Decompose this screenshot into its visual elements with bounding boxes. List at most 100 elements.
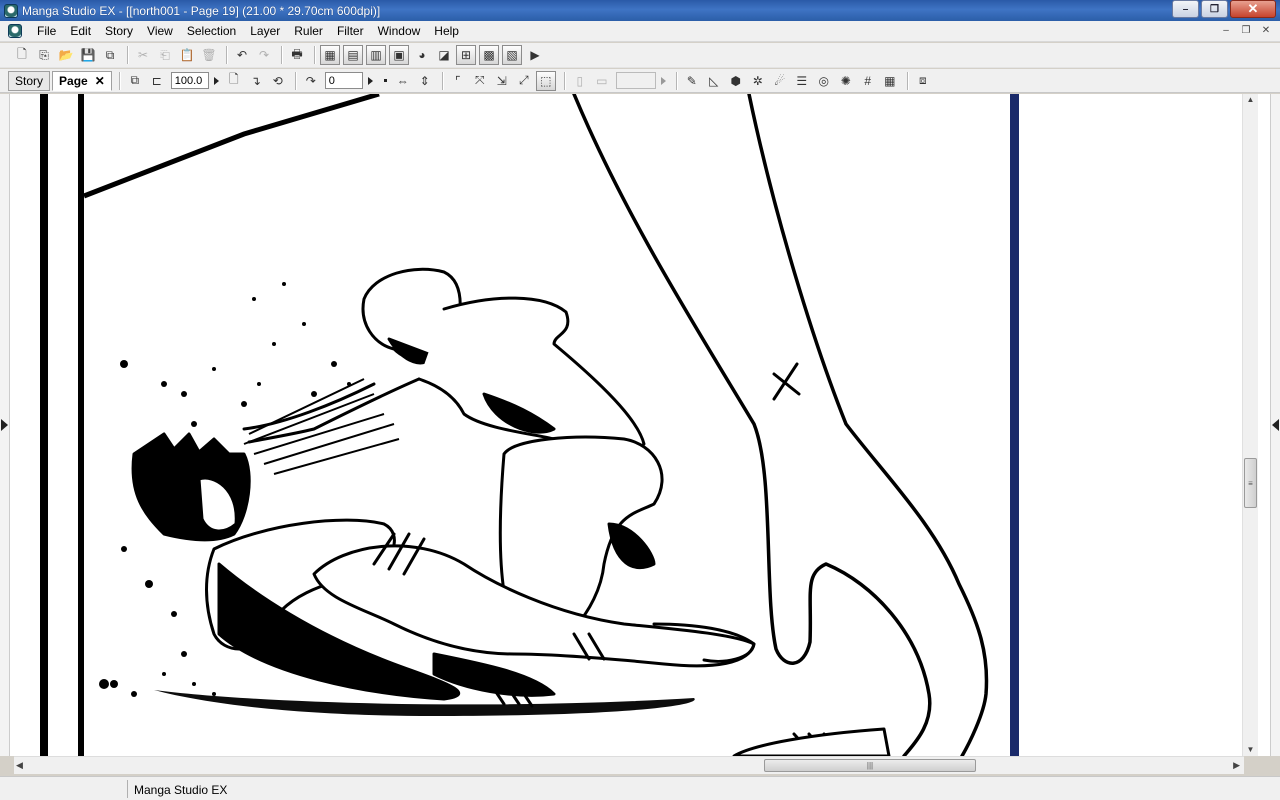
page-toolbar: Story Page ✕ ⧉ ⊏ 🗋 ↴ ⟲ ↷ ⇔ ⇕ ⌜ ⤧ ⇲ ⤢ ⬚ ▯… [0, 69, 1280, 93]
scroll-down-icon[interactable]: ▼ [1243, 744, 1258, 756]
maximize-button[interactable]: ❐ [1201, 0, 1228, 18]
save-icon[interactable]: 💾 [78, 45, 98, 65]
opacity-field[interactable] [615, 72, 656, 89]
layer-a-icon[interactable]: ▯ [570, 71, 590, 91]
grid-palette-icon[interactable]: ⊞ [456, 45, 476, 65]
transform-icon[interactable]: ⤧ [470, 71, 490, 91]
flip-horizontal-icon[interactable]: ⇔ [393, 71, 413, 91]
curve-ruler-icon[interactable]: ☄ [770, 71, 790, 91]
x-mark [772, 362, 801, 401]
menu-filter[interactable]: Filter [330, 21, 371, 42]
actual-pixels-icon[interactable]: ⊏ [147, 71, 167, 91]
concentric-icon[interactable]: ◎ [814, 71, 834, 91]
close-button[interactable]: ✕ [1230, 0, 1276, 18]
toolbar-separator [906, 71, 908, 90]
app-icon [4, 3, 18, 18]
rotation-input[interactable] [324, 72, 363, 89]
right-panel-toggle[interactable] [1270, 94, 1280, 756]
focus-line-icon[interactable]: ✺ [836, 71, 856, 91]
copy-icon[interactable]: ⎗ [155, 45, 175, 65]
delete-icon[interactable]: 🗑 [199, 45, 219, 65]
menu-view[interactable]: View [140, 21, 180, 42]
cut-icon[interactable]: ✂ [133, 45, 153, 65]
ruler-manipulator-icon[interactable]: ⬢ [726, 71, 746, 91]
tab-page[interactable]: Page ✕ [52, 70, 112, 91]
canvas-area[interactable] [0, 94, 1280, 756]
new-story-icon[interactable]: ⎘ [34, 45, 54, 65]
menu-help[interactable]: Help [427, 21, 466, 42]
selection-corner-icon[interactable]: ⌜ [448, 71, 468, 91]
pen-icon[interactable]: ✎ [682, 71, 702, 91]
preview-icon[interactable]: ▶ [525, 45, 545, 65]
horizontal-scrollbar[interactable]: ◀ ||| ▶ [14, 756, 1244, 774]
properties-palette-icon[interactable]: ▣ [389, 45, 409, 65]
zoom-input[interactable] [170, 72, 209, 89]
layer-b-icon[interactable]: ▭ [592, 71, 612, 91]
document-icon[interactable] [8, 24, 22, 38]
tone-palette-icon[interactable]: ◪ [434, 45, 454, 65]
ruler-icon[interactable]: ◺ [704, 71, 724, 91]
horizontal-scroll-thumb[interactable]: ||| [764, 759, 976, 772]
manga-page-artwork[interactable] [14, 94, 1244, 756]
menu-story[interactable]: Story [98, 21, 140, 42]
grid-ruler-icon[interactable]: ▦ [880, 71, 900, 91]
tool-palette-icon[interactable]: ▦ [320, 45, 340, 65]
paste-icon[interactable]: 📋 [177, 45, 197, 65]
scroll-right-icon[interactable]: ▶ [1233, 760, 1240, 771]
scroll-left-icon[interactable]: ◀ [16, 760, 23, 771]
grid-icon[interactable]: # [858, 71, 878, 91]
doc-close-button[interactable]: ✕ [1258, 24, 1274, 38]
panel-toggle-icon[interactable]: ⧈ [913, 71, 933, 91]
left-panel-toggle[interactable] [0, 94, 10, 756]
doc-restore-button[interactable]: ❐ [1238, 24, 1254, 38]
status-text: Manga Studio EX [134, 783, 228, 797]
histogram-palette-icon[interactable]: ▩ [479, 45, 499, 65]
vertical-scrollbar[interactable]: ▲ ≡ ▼ [1242, 94, 1258, 756]
fighting-figures [131, 267, 891, 756]
menu-selection[interactable]: Selection [180, 21, 243, 42]
window-title: Manga Studio EX - [[north001 - Page 19] … [22, 3, 381, 18]
new-page-icon[interactable]: 🗋 [12, 45, 32, 65]
redo-icon[interactable]: ↷ [254, 45, 274, 65]
scroll-up-icon[interactable]: ▲ [1243, 94, 1258, 106]
toolbar-separator [127, 46, 128, 64]
fit-page-icon[interactable]: ⧉ [125, 71, 145, 91]
tab-close-icon[interactable]: ✕ [95, 74, 105, 88]
reset-rotation-icon[interactable] [383, 79, 387, 82]
expand-right-icon [1, 419, 8, 431]
rotation-dropdown-icon[interactable] [367, 76, 373, 85]
print-icon[interactable]: 🖶 [287, 45, 307, 65]
toolbar-separator [294, 71, 296, 90]
layer-palette-icon[interactable]: ▥ [366, 45, 386, 65]
open-folder-icon[interactable]: 📂 [56, 45, 76, 65]
undo-icon[interactable]: ↶ [232, 45, 252, 65]
marquee-icon[interactable]: ⬚ [535, 70, 556, 91]
vertical-scroll-thumb[interactable]: ≡ [1244, 458, 1257, 508]
toolbar-separator [563, 71, 565, 90]
color-palette-icon[interactable]: ◕ [412, 45, 432, 65]
page-icon[interactable]: 🗋 [224, 71, 244, 91]
menu-layer[interactable]: Layer [243, 21, 287, 42]
menu-edit[interactable]: Edit [63, 21, 98, 42]
deselect-icon[interactable]: ⤢ [514, 71, 534, 91]
menu-file[interactable]: File [30, 21, 63, 42]
parallel-line-icon[interactable]: ☰ [792, 71, 812, 91]
menu-window[interactable]: Window [371, 21, 428, 42]
rotate-page-icon[interactable]: ↴ [246, 71, 266, 91]
flip-vertical-icon[interactable]: ⇕ [415, 71, 435, 91]
main-toolbar: 🗋 ⎘ 📂 💾 ⧉ ✂ ⎗ 📋 🗑 ↶ ↷ 🖶 ▦ ▤ ▥ ▣ ◕ ◪ ⊞ ▩ … [0, 43, 1280, 68]
navigator-palette-icon[interactable]: ▤ [343, 45, 363, 65]
doc-minimize-button[interactable]: – [1218, 24, 1234, 38]
scale-icon[interactable]: ⇲ [492, 71, 512, 91]
zoom-dropdown-icon[interactable] [213, 76, 219, 85]
minimize-button[interactable]: – [1172, 0, 1199, 18]
tab-story[interactable]: Story [8, 70, 51, 91]
save-all-icon[interactable]: ⧉ [100, 45, 120, 65]
menu-ruler[interactable]: Ruler [287, 21, 330, 42]
rotate-view-icon[interactable]: ↷ [301, 71, 321, 91]
toolbar-separator [314, 46, 315, 64]
materials-palette-icon[interactable]: ▧ [502, 45, 522, 65]
perspective-ruler-icon[interactable]: ✲ [748, 71, 768, 91]
flip-icon[interactable]: ⟲ [268, 71, 288, 91]
opacity-dropdown-icon[interactable] [660, 76, 666, 85]
